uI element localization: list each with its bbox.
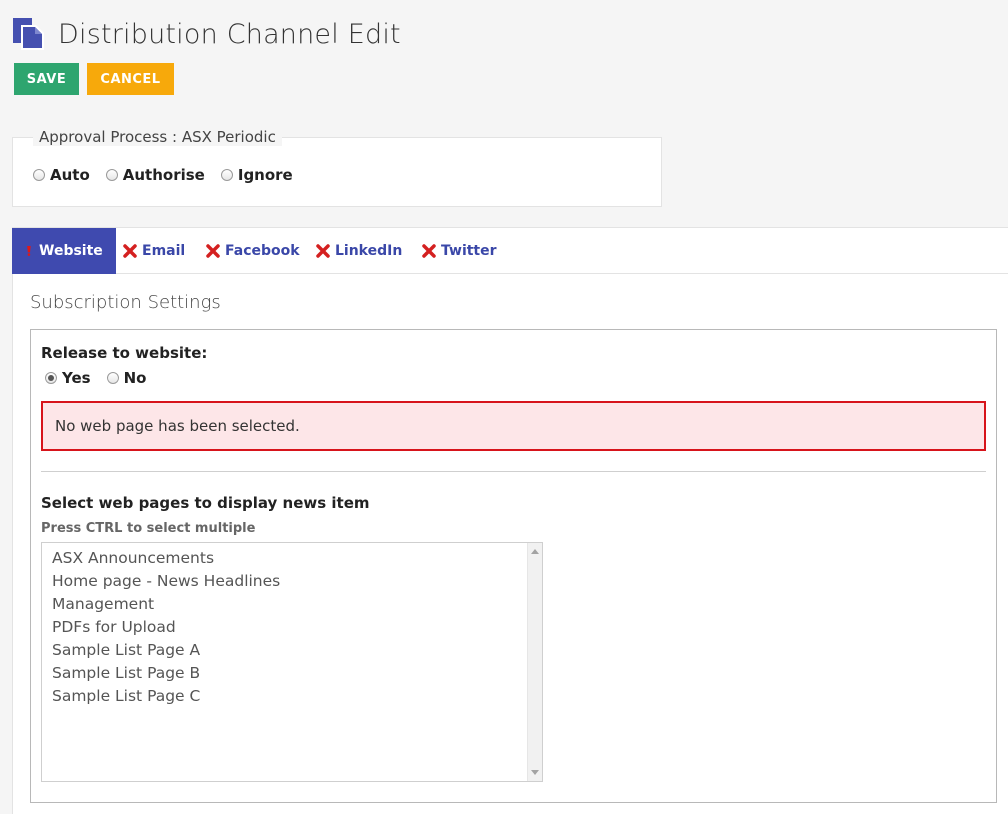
scroll-up-arrow-icon[interactable] [531,549,539,554]
page-header: Distribution Channel Edit [12,16,401,52]
approval-ignore-radio[interactable] [220,169,233,181]
release-label: Release to website: [41,344,208,362]
list-item[interactable]: Sample List Page A [42,639,280,662]
scroll-down-arrow-icon[interactable] [531,770,539,775]
list-item[interactable]: ASX Announcements [42,547,280,570]
tab-twitter[interactable]: Twitter [422,228,497,274]
web-pages-listbox[interactable]: ASX Announcements Home page - News Headl… [41,542,543,782]
document-copy-icon [13,18,44,50]
approval-auto-label[interactable]: Auto [50,166,90,184]
tab-twitter-label: Twitter [441,243,497,259]
tab-facebook-label: Facebook [225,243,300,259]
approval-ignore-label[interactable]: Ignore [238,166,293,184]
listbox-scrollbar[interactable] [527,543,542,781]
release-no-radio[interactable] [106,372,119,384]
list-item[interactable]: Sample List Page B [42,662,280,685]
page-title: Distribution Channel Edit [58,18,401,50]
release-no-label[interactable]: No [124,369,147,387]
error-alert-text: No web page has been selected. [55,417,300,435]
approval-authorise-radio[interactable] [105,169,118,181]
section-title: Subscription Settings [30,292,221,313]
tab-linkedin[interactable]: LinkedIn [316,228,402,274]
tab-facebook[interactable]: Facebook [206,228,300,274]
save-button[interactable]: SAVE [14,63,79,95]
list-item[interactable]: PDFs for Upload [42,616,280,639]
exclamation-icon [27,246,31,256]
approval-process-fieldset: Approval Process : ASX Periodic Auto Aut… [12,128,662,207]
cancel-button[interactable]: CANCEL [87,63,174,95]
tab-email[interactable]: Email [123,228,185,274]
red-x-icon [422,244,436,258]
approval-options: Auto Authorise Ignore [33,166,309,184]
approval-auto-radio[interactable] [33,169,45,181]
red-x-icon [206,244,220,258]
approval-process-legend: Approval Process : ASX Periodic [33,128,282,146]
select-pages-hint: Press CTRL to select multiple [41,521,256,536]
divider [41,471,986,472]
release-yes-label[interactable]: Yes [62,369,91,387]
red-x-icon [316,244,330,258]
approval-authorise-label[interactable]: Authorise [123,166,205,184]
list-item[interactable]: Management [42,593,280,616]
list-item[interactable]: Sample List Page C [42,685,280,708]
list-item[interactable]: Home page - News Headlines [42,570,280,593]
red-x-icon [123,244,137,258]
release-yes-radio[interactable] [45,372,57,384]
error-alert: No web page has been selected. [41,401,986,451]
select-pages-label: Select web pages to display news item [41,494,370,512]
website-tab-panel: Subscription Settings Release to website… [12,274,1008,814]
tab-website[interactable]: Website [12,228,116,274]
tab-website-label: Website [39,243,103,259]
tab-linkedin-label: LinkedIn [335,243,403,259]
tab-email-label: Email [142,243,186,259]
channel-tabs: Website Email Facebook LinkedIn Twitter [12,227,1008,274]
web-pages-list: ASX Announcements Home page - News Headl… [42,547,280,708]
release-options: Yes No [45,369,162,387]
subscription-settings-box: Release to website: Yes No No web page h… [30,329,997,803]
